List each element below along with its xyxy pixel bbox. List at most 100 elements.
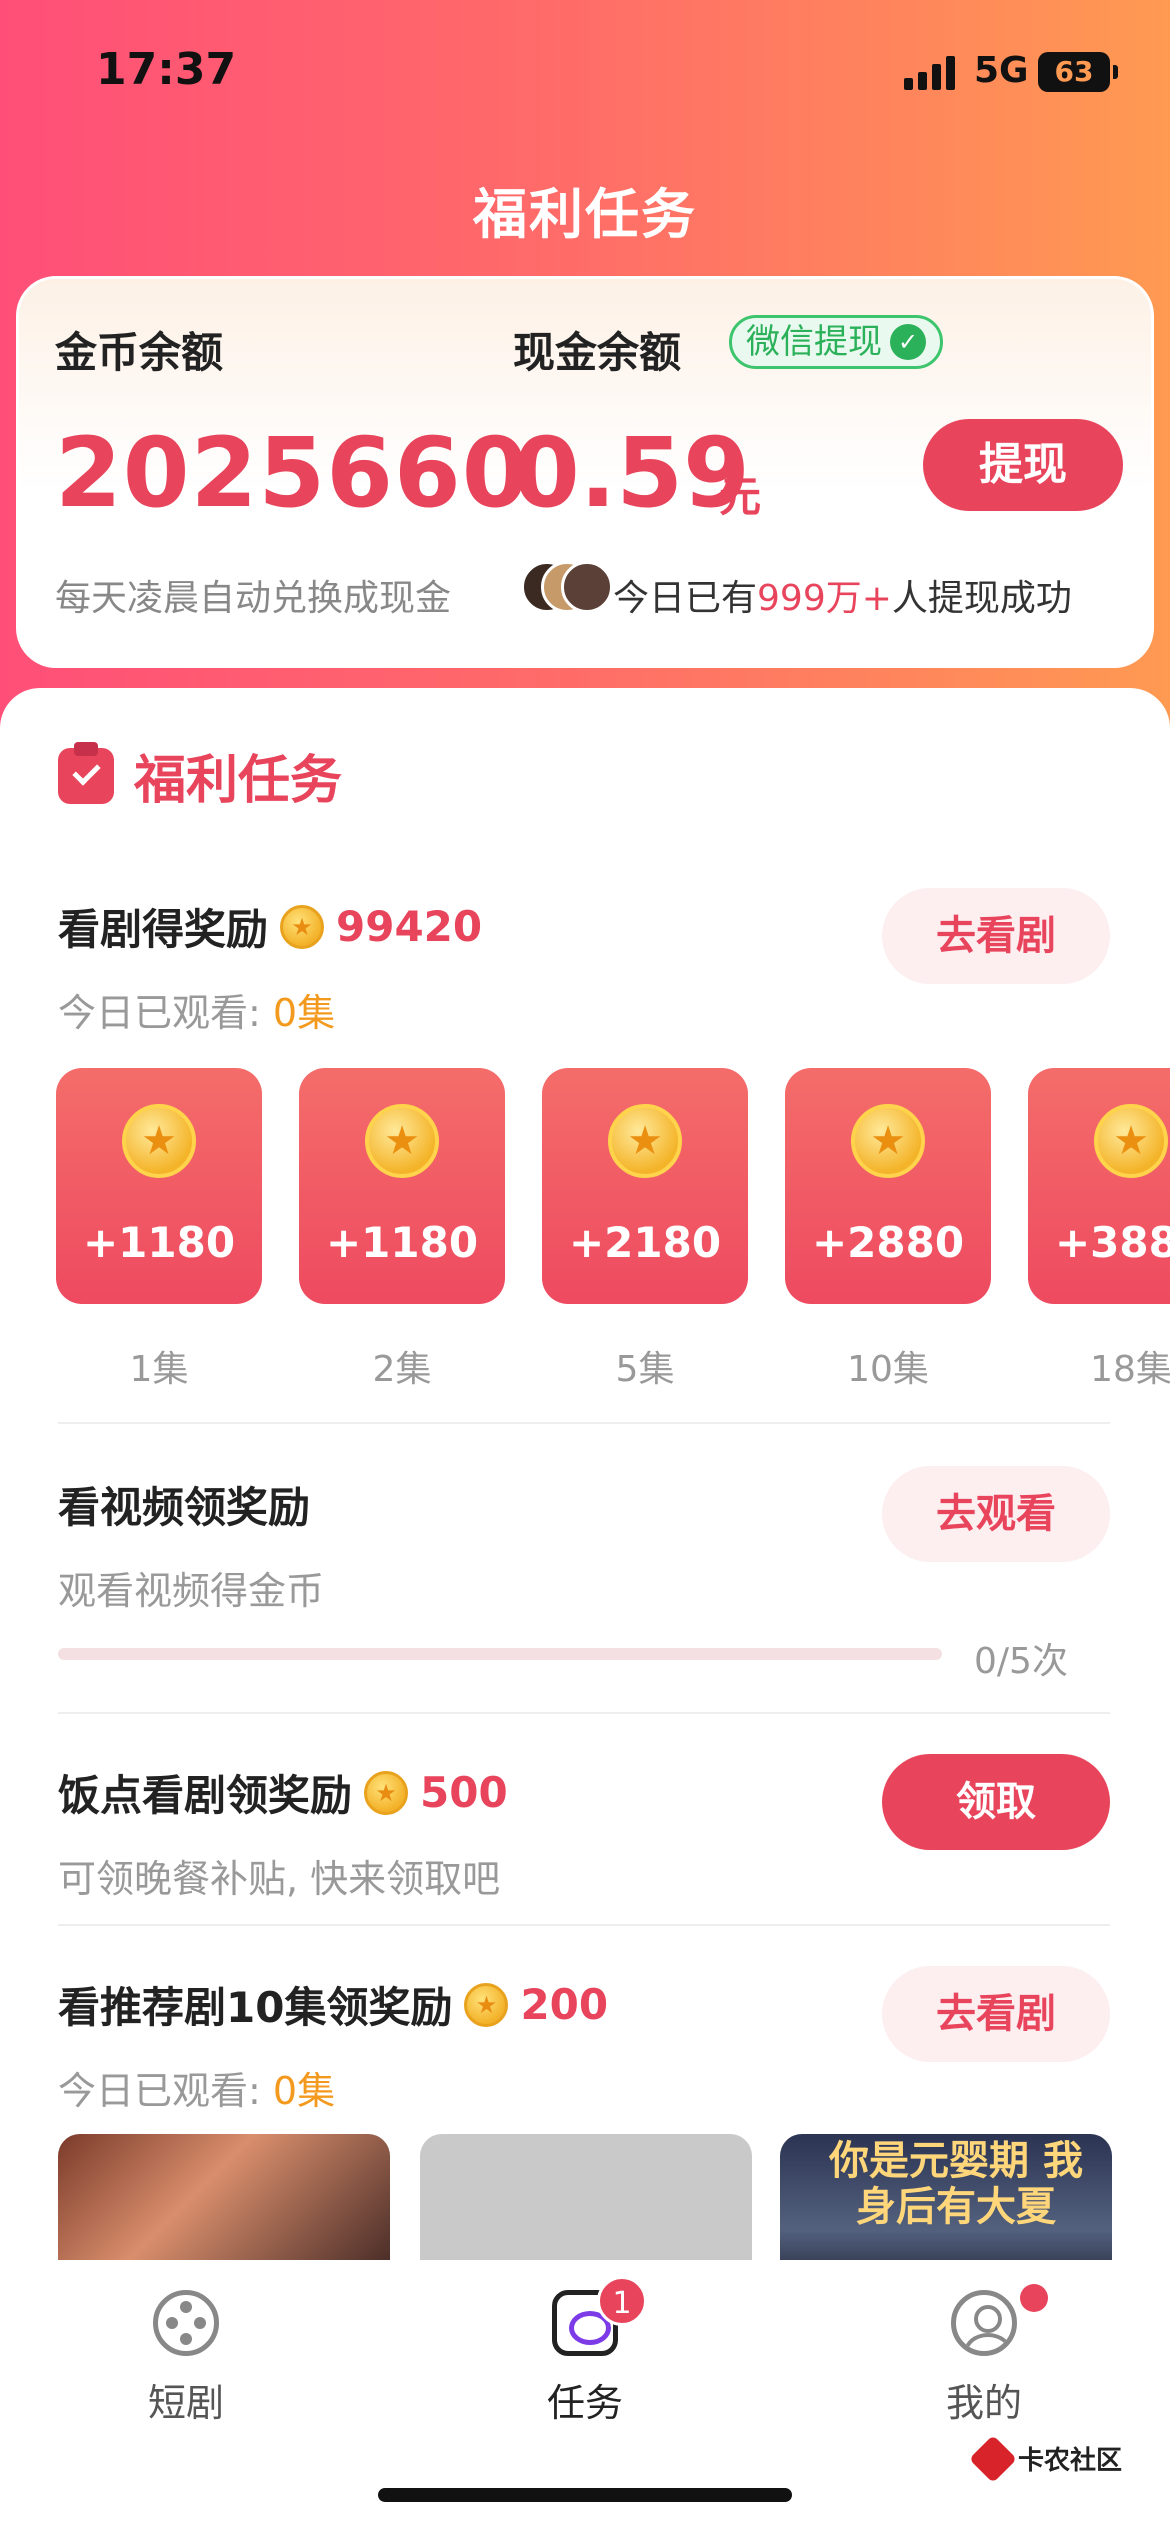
balance-card: 金币余额 现金余额 微信提现 ✓ 2025660 0.59 元 提现 每天凌晨自…	[16, 276, 1154, 668]
note-count: 999万+	[757, 578, 892, 619]
wechat-withdraw-badge[interactable]: 微信提现 ✓	[729, 315, 943, 369]
clipboard-check-icon	[58, 741, 114, 804]
go-watch-drama-button[interactable]: 去看剧	[882, 888, 1110, 984]
task-watch-drama: 看剧得奖励 ★ 99420 今日已观看: 0集 去看剧	[58, 888, 1110, 1046]
coin-icon: ★	[365, 1104, 439, 1178]
avatar-stack	[521, 561, 621, 613]
episode-label: 2集	[372, 1349, 432, 1390]
episode-reward-list[interactable]: ★ +1180 ★ +1180 ★ +2180 ★ +2880 ★ +3880	[56, 1068, 1170, 1308]
home-indicator	[378, 2488, 792, 2502]
divider	[58, 1712, 1110, 1714]
coin-icon: ★	[851, 1104, 925, 1178]
tab-label: 任务	[546, 2381, 623, 2425]
wechat-badge-label: 微信提现	[746, 322, 882, 362]
coin-icon: ★	[280, 904, 325, 949]
episode-reward-amount: +3880	[1054, 1218, 1170, 1267]
red-dot-badge	[1020, 2284, 1048, 2312]
tab-label: 我的	[945, 2381, 1022, 2425]
go-watch-recommended-button[interactable]: 去看剧	[882, 1966, 1110, 2062]
episode-label: 10集	[847, 1349, 929, 1390]
task-meal-time: 饭点看剧领奖励 ★ 500 可领晚餐补贴, 快来领取吧 领取	[58, 1754, 1110, 1902]
episode-reward-card[interactable]: ★ +2180	[542, 1068, 748, 1304]
task-reward: 99420	[336, 902, 483, 951]
task-title-text: 看推荐剧10集领奖励	[58, 1983, 453, 2032]
episode-reward-amount: +1180	[82, 1218, 236, 1267]
section-header: 福利任务	[58, 738, 342, 813]
status-time: 17:37	[96, 44, 237, 95]
task-title: 看剧得奖励 ★ 99420	[58, 896, 482, 957]
go-watch-video-button[interactable]: 去观看	[882, 1466, 1110, 1562]
battery-icon: 63	[1038, 52, 1118, 92]
watermark-logo	[968, 2434, 1018, 2483]
note-prefix: 今日已有	[613, 578, 758, 619]
task-title-text: 看剧得奖励	[58, 905, 269, 954]
watched-count: 0集	[272, 2069, 336, 2113]
cash-unit: 元	[719, 472, 762, 521]
avatar	[561, 561, 613, 613]
watermark: 卡农社区	[968, 2434, 1123, 2483]
task-reward: 200	[520, 1980, 609, 2029]
episode-reward-amount: +2880	[811, 1218, 965, 1267]
task-title: 看推荐剧10集领奖励 ★ 200	[58, 1974, 608, 2035]
section-title: 福利任务	[134, 751, 343, 811]
notification-badge: 1	[597, 2276, 647, 2326]
episode-label: 1集	[129, 1349, 189, 1390]
task-recommended: 看推荐剧10集领奖励 ★ 200 今日已观看: 0集 去看剧	[58, 1966, 1110, 2115]
coin-icon: ★	[1094, 1104, 1168, 1178]
task-panel: 福利任务 看剧得奖励 ★ 99420 今日已观看: 0集 去看剧 ★ +1180…	[0, 688, 1170, 2294]
episode-labels: 1集 2集 5集 10集 18集	[56, 1340, 1170, 1390]
coin-icon: ★	[464, 1982, 509, 2027]
task-subtitle: 今日已观看: 0集	[58, 982, 335, 1037]
tab-task[interactable]: 1 任务	[485, 2276, 685, 2427]
task-watch-video: 看视频领奖励 观看视频得金币 去观看	[58, 1466, 1110, 1614]
episode-label: 18集	[1090, 1349, 1170, 1390]
coin-icon: ★	[122, 1104, 196, 1178]
episode-reward-amount: +2180	[568, 1218, 722, 1267]
tab-label: 短剧	[147, 2381, 224, 2425]
watched-count: 0集	[272, 991, 336, 1035]
coin-icon: ★	[364, 1770, 409, 1815]
tab-drama[interactable]: 短剧	[86, 2290, 286, 2427]
episode-reward-card[interactable]: ★ +1180	[56, 1068, 262, 1304]
task-reward: 500	[420, 1768, 508, 1817]
auto-exchange-note: 每天凌晨自动兑换成现金	[55, 578, 452, 619]
sub-prefix: 今日已观看:	[58, 991, 261, 1035]
divider	[58, 1422, 1110, 1424]
withdraw-button[interactable]: 提现	[923, 419, 1123, 511]
status-bar: 17:37 5G 63	[0, 0, 1170, 140]
coin-balance-label: 金币余额	[55, 328, 224, 377]
video-progress-text: 0/5次	[974, 1641, 1068, 1682]
episode-reward-amount: +1180	[325, 1218, 479, 1267]
sub-prefix: 今日已观看:	[58, 2069, 261, 2113]
episode-reward-card[interactable]: ★ +1180	[299, 1068, 505, 1304]
coin-icon: ★	[608, 1104, 682, 1178]
cash-balance-label: 现金余额	[513, 328, 682, 377]
episode-reward-card[interactable]: ★ +3880	[1028, 1068, 1170, 1304]
page-title: 福利任务	[473, 183, 697, 246]
task-subtitle: 观看视频得金币	[58, 1569, 325, 1613]
note-suffix: 人提现成功	[891, 578, 1072, 619]
film-reel-icon	[153, 2290, 219, 2356]
recommended-drama-list: 你是元婴期 我身后有大夏	[58, 2134, 1112, 2294]
episode-reward-card[interactable]: ★ +2880	[785, 1068, 991, 1304]
video-progress-bar	[58, 1648, 942, 1660]
signal-icon	[904, 56, 960, 90]
check-icon: ✓	[890, 324, 926, 360]
profile-icon	[951, 2290, 1017, 2356]
task-title-text: 看视频领奖励	[58, 1483, 311, 1532]
network-type: 5G	[974, 50, 1029, 91]
tab-mine[interactable]: 我的	[884, 2284, 1084, 2427]
withdraw-success-note: 今日已有999万+人提现成功	[613, 569, 1072, 621]
poster-title: 你是元婴期 我身后有大夏	[829, 2138, 1083, 2230]
task-title: 看视频领奖励	[58, 1474, 310, 1535]
claim-button[interactable]: 领取	[882, 1754, 1110, 1850]
task-title: 饭点看剧领奖励 ★ 500	[58, 1762, 508, 1823]
task-subtitle: 可领晚餐补贴, 快来领取吧	[58, 1857, 501, 1901]
cash-balance-value: 0.59	[513, 417, 750, 529]
coin-balance-value: 2025660	[55, 417, 530, 529]
divider	[58, 1924, 1110, 1926]
watermark-text: 卡农社区	[1018, 2446, 1123, 2476]
episode-label: 5集	[615, 1349, 675, 1390]
task-subtitle: 今日已观看: 0集	[58, 2060, 335, 2115]
task-title-text: 饭点看剧领奖励	[58, 1771, 353, 1820]
